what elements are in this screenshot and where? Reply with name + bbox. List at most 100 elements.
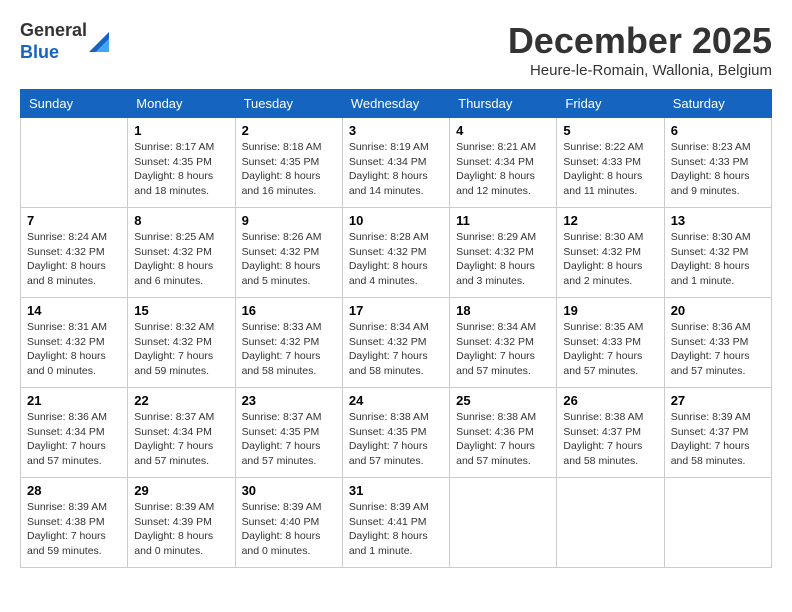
day-info: Sunrise: 8:38 AM Sunset: 4:35 PM Dayligh…	[349, 410, 443, 469]
week-row-2: 7 Sunrise: 8:24 AM Sunset: 4:32 PM Daylig…	[21, 208, 772, 298]
day-number: 29	[134, 483, 228, 498]
calendar-cell: 8 Sunrise: 8:25 AM Sunset: 4:32 PM Daylig…	[128, 208, 235, 298]
calendar: SundayMondayTuesdayWednesdayThursdayFrid…	[20, 89, 772, 568]
calendar-cell: 14 Sunrise: 8:31 AM Sunset: 4:32 PM Dayli…	[21, 298, 128, 388]
calendar-cell: 21Sunrise: 8:36 AM Sunset: 4:34 PM Dayli…	[21, 388, 128, 478]
day-number: 9	[242, 213, 336, 228]
logo-blue-text: Blue	[20, 42, 59, 62]
day-info: Sunrise: 8:24 AM Sunset: 4:32 PM Dayligh…	[27, 230, 121, 289]
title-area: December 2025 Heure-le-Romain, Wallonia,…	[508, 20, 772, 79]
day-info: Sunrise: 8:38 AM Sunset: 4:37 PM Dayligh…	[563, 410, 657, 469]
calendar-cell: 7 Sunrise: 8:24 AM Sunset: 4:32 PM Daylig…	[21, 208, 128, 298]
day-number: 16	[242, 303, 336, 318]
calendar-header-row: SundayMondayTuesdayWednesdayThursdayFrid…	[21, 90, 772, 118]
day-info: Sunrise: 8:19 AM Sunset: 4:34 PM Dayligh…	[349, 140, 443, 199]
calendar-cell: 24Sunrise: 8:38 AM Sunset: 4:35 PM Dayli…	[342, 388, 449, 478]
week-row-5: 28Sunrise: 8:39 AM Sunset: 4:38 PM Dayli…	[21, 478, 772, 568]
logo: General Blue	[20, 20, 109, 63]
day-info: Sunrise: 8:35 AM Sunset: 4:33 PM Dayligh…	[563, 320, 657, 379]
week-row-1: 1Sunrise: 8:17 AM Sunset: 4:35 PM Daylig…	[21, 118, 772, 208]
day-number: 8	[134, 213, 228, 228]
calendar-cell: 27 Sunrise: 8:39 AM Sunset: 4:37 PM Dayli…	[664, 388, 771, 478]
day-info: Sunrise: 8:37 AM Sunset: 4:35 PM Dayligh…	[242, 410, 336, 469]
day-info: Sunrise: 8:36 AM Sunset: 4:33 PM Dayligh…	[671, 320, 765, 379]
calendar-cell: 1Sunrise: 8:17 AM Sunset: 4:35 PM Daylig…	[128, 118, 235, 208]
day-info: Sunrise: 8:28 AM Sunset: 4:32 PM Dayligh…	[349, 230, 443, 289]
day-info: Sunrise: 8:34 AM Sunset: 4:32 PM Dayligh…	[349, 320, 443, 379]
day-info: Sunrise: 8:39 AM Sunset: 4:41 PM Dayligh…	[349, 500, 443, 559]
calendar-header-thursday: Thursday	[450, 90, 557, 118]
day-number: 13	[671, 213, 765, 228]
location-title: Heure-le-Romain, Wallonia, Belgium	[508, 62, 772, 79]
day-number: 7	[27, 213, 121, 228]
calendar-header-friday: Friday	[557, 90, 664, 118]
calendar-cell: 20 Sunrise: 8:36 AM Sunset: 4:33 PM Dayli…	[664, 298, 771, 388]
day-info: Sunrise: 8:30 AM Sunset: 4:32 PM Dayligh…	[671, 230, 765, 289]
day-number: 28	[27, 483, 121, 498]
calendar-header-saturday: Saturday	[664, 90, 771, 118]
calendar-cell: 5Sunrise: 8:22 AM Sunset: 4:33 PM Daylig…	[557, 118, 664, 208]
calendar-cell: 4Sunrise: 8:21 AM Sunset: 4:34 PM Daylig…	[450, 118, 557, 208]
day-number: 10	[349, 213, 443, 228]
day-info: Sunrise: 8:30 AM Sunset: 4:32 PM Dayligh…	[563, 230, 657, 289]
calendar-header-sunday: Sunday	[21, 90, 128, 118]
calendar-cell: 3 Sunrise: 8:19 AM Sunset: 4:34 PM Daylig…	[342, 118, 449, 208]
calendar-cell: 2 Sunrise: 8:18 AM Sunset: 4:35 PM Daylig…	[235, 118, 342, 208]
day-info: Sunrise: 8:23 AM Sunset: 4:33 PM Dayligh…	[671, 140, 765, 199]
day-info: Sunrise: 8:22 AM Sunset: 4:33 PM Dayligh…	[563, 140, 657, 199]
day-info: Sunrise: 8:39 AM Sunset: 4:37 PM Dayligh…	[671, 410, 765, 469]
calendar-cell: 19 Sunrise: 8:35 AM Sunset: 4:33 PM Dayli…	[557, 298, 664, 388]
day-info: Sunrise: 8:18 AM Sunset: 4:35 PM Dayligh…	[242, 140, 336, 199]
calendar-cell: 31 Sunrise: 8:39 AM Sunset: 4:41 PM Dayli…	[342, 478, 449, 568]
day-number: 26	[563, 393, 657, 408]
day-number: 12	[563, 213, 657, 228]
day-info: Sunrise: 8:26 AM Sunset: 4:32 PM Dayligh…	[242, 230, 336, 289]
day-number: 27	[671, 393, 765, 408]
day-info: Sunrise: 8:31 AM Sunset: 4:32 PM Dayligh…	[27, 320, 121, 379]
day-number: 11	[456, 213, 550, 228]
calendar-cell: 12 Sunrise: 8:30 AM Sunset: 4:32 PM Dayli…	[557, 208, 664, 298]
calendar-cell: 29 Sunrise: 8:39 AM Sunset: 4:39 PM Dayli…	[128, 478, 235, 568]
calendar-cell	[21, 118, 128, 208]
month-title: December 2025	[508, 20, 772, 62]
header: General Blue December 2025 Heure-le-Roma…	[20, 20, 772, 79]
calendar-cell	[664, 478, 771, 568]
day-info: Sunrise: 8:32 AM Sunset: 4:32 PM Dayligh…	[134, 320, 228, 379]
day-number: 3	[349, 123, 443, 138]
day-info: Sunrise: 8:29 AM Sunset: 4:32 PM Dayligh…	[456, 230, 550, 289]
day-number: 15	[134, 303, 228, 318]
calendar-cell: 22Sunrise: 8:37 AM Sunset: 4:34 PM Dayli…	[128, 388, 235, 478]
calendar-cell: 10 Sunrise: 8:28 AM Sunset: 4:32 PM Dayli…	[342, 208, 449, 298]
logo-general-text: General	[20, 20, 87, 40]
day-number: 17	[349, 303, 443, 318]
calendar-cell: 28Sunrise: 8:39 AM Sunset: 4:38 PM Dayli…	[21, 478, 128, 568]
calendar-cell: 25Sunrise: 8:38 AM Sunset: 4:36 PM Dayli…	[450, 388, 557, 478]
calendar-cell: 6Sunrise: 8:23 AM Sunset: 4:33 PM Daylig…	[664, 118, 771, 208]
day-number: 31	[349, 483, 443, 498]
day-number: 2	[242, 123, 336, 138]
day-info: Sunrise: 8:38 AM Sunset: 4:36 PM Dayligh…	[456, 410, 550, 469]
week-row-3: 14 Sunrise: 8:31 AM Sunset: 4:32 PM Dayli…	[21, 298, 772, 388]
day-number: 19	[563, 303, 657, 318]
day-info: Sunrise: 8:17 AM Sunset: 4:35 PM Dayligh…	[134, 140, 228, 199]
calendar-cell: 23 Sunrise: 8:37 AM Sunset: 4:35 PM Dayli…	[235, 388, 342, 478]
day-number: 14	[27, 303, 121, 318]
calendar-cell: 30 Sunrise: 8:39 AM Sunset: 4:40 PM Dayli…	[235, 478, 342, 568]
calendar-header-wednesday: Wednesday	[342, 90, 449, 118]
calendar-cell	[450, 478, 557, 568]
day-number: 23	[242, 393, 336, 408]
day-info: Sunrise: 8:34 AM Sunset: 4:32 PM Dayligh…	[456, 320, 550, 379]
calendar-cell: 16Sunrise: 8:33 AM Sunset: 4:32 PM Dayli…	[235, 298, 342, 388]
day-info: Sunrise: 8:39 AM Sunset: 4:39 PM Dayligh…	[134, 500, 228, 559]
day-number: 18	[456, 303, 550, 318]
day-number: 20	[671, 303, 765, 318]
calendar-cell: 11 Sunrise: 8:29 AM Sunset: 4:32 PM Dayli…	[450, 208, 557, 298]
day-info: Sunrise: 8:25 AM Sunset: 4:32 PM Dayligh…	[134, 230, 228, 289]
calendar-cell: 17 Sunrise: 8:34 AM Sunset: 4:32 PM Dayli…	[342, 298, 449, 388]
calendar-cell: 9 Sunrise: 8:26 AM Sunset: 4:32 PM Daylig…	[235, 208, 342, 298]
day-number: 30	[242, 483, 336, 498]
week-row-4: 21Sunrise: 8:36 AM Sunset: 4:34 PM Dayli…	[21, 388, 772, 478]
calendar-cell: 26 Sunrise: 8:38 AM Sunset: 4:37 PM Dayli…	[557, 388, 664, 478]
day-info: Sunrise: 8:21 AM Sunset: 4:34 PM Dayligh…	[456, 140, 550, 199]
day-info: Sunrise: 8:39 AM Sunset: 4:40 PM Dayligh…	[242, 500, 336, 559]
